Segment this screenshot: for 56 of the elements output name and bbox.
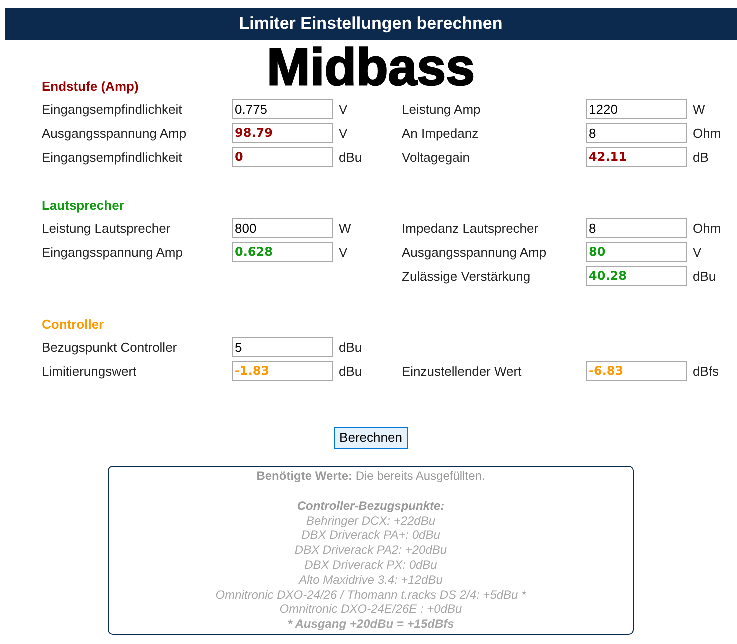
field-label: Leistung Lautsprecher	[42, 220, 171, 236]
info-item: Alto Maxidrive 3.4: +12dBu	[299, 572, 443, 588]
field-label: An Impedanz	[402, 126, 479, 140]
field-label: Limitierungswert	[42, 364, 137, 378]
result-field[interactable]: 40.28	[586, 266, 687, 286]
info-text: Benötigte Werte: Die bereits Ausgefüllten.	[256, 469, 486, 484]
input-field[interactable]: 8	[586, 123, 687, 143]
input-field[interactable]: 8	[586, 218, 687, 238]
field-label: Zulässige Verstärkung	[402, 268, 531, 284]
unit-label: dB	[693, 150, 709, 164]
unit-label: dBfs	[693, 364, 720, 378]
field-label: Ausgangsspannung Amp	[42, 126, 187, 140]
field-label: Eingangsempfindlichkeit	[42, 102, 182, 116]
info-footnote: * Ausgang +20dBu = +15dBfs	[288, 617, 454, 632]
title-bar: Limiter Einstellungen berechnen	[5, 8, 737, 40]
section-title: Endstufe (Amp)	[42, 79, 139, 94]
info-item: DBX Driverack PX: 0dBu	[304, 558, 438, 573]
info-item: Behringer DCX: +22dBu	[306, 514, 436, 528]
field-label: Eingangsspannung Amp	[42, 244, 183, 260]
result-field[interactable]: 98.79	[232, 123, 333, 143]
result-field[interactable]: 80	[586, 242, 687, 262]
info-item: Omnitronic DXO-24/26 / Thomann t.racks DS 2/4: +5dBu *	[216, 588, 526, 602]
info-heading: Controller-Bezugspunkte:	[297, 498, 445, 514]
unit-label: W	[693, 102, 706, 116]
input-field[interactable]: 800	[232, 218, 333, 238]
result-field[interactable]: 42.11	[586, 147, 687, 167]
field-label: Leistung Amp	[402, 102, 481, 116]
field-label: Voltagegain	[402, 150, 470, 164]
section-title: Controller	[42, 317, 104, 332]
input-field[interactable]: 1220	[586, 99, 687, 119]
calculate-button[interactable]: Berechnen	[334, 427, 408, 449]
page-heading: Midbass	[266, 44, 476, 92]
unit-label: V	[339, 102, 348, 116]
unit-label: V	[339, 126, 348, 140]
result-field[interactable]: 0.628	[232, 242, 333, 262]
unit-label: dBu	[339, 340, 362, 354]
field-label: Einzustellender Wert	[402, 364, 522, 378]
info-item: DBX Driverack PA2: +20dBu	[294, 543, 448, 558]
field-label: Impedanz Lautsprecher	[402, 220, 539, 236]
unit-label: Ohm	[693, 220, 722, 236]
info-item: DBX Driverack PA+: 0dBu	[302, 528, 440, 544]
unit-label: dBu	[693, 268, 716, 284]
info-item: Omnitronic DXO-24E/26E : +0dBu	[280, 602, 462, 618]
unit-label: V	[339, 244, 348, 260]
input-field[interactable]: 0.775	[232, 99, 333, 119]
unit-label: dBu	[339, 150, 362, 164]
field-label: Ausgangsspannung Amp	[402, 244, 547, 260]
field-label: Bezugspunkt Controller	[42, 340, 178, 354]
unit-label: Ohm	[693, 126, 722, 140]
unit-label: dBu	[339, 364, 362, 378]
input-field[interactable]: 5	[232, 337, 333, 357]
unit-label: W	[339, 220, 352, 236]
field-label: Eingangsempfindlichkeit	[42, 150, 182, 164]
result-field[interactable]: 0	[232, 147, 333, 167]
unit-label: V	[693, 244, 702, 260]
section-title: Lautsprecher	[42, 198, 124, 213]
